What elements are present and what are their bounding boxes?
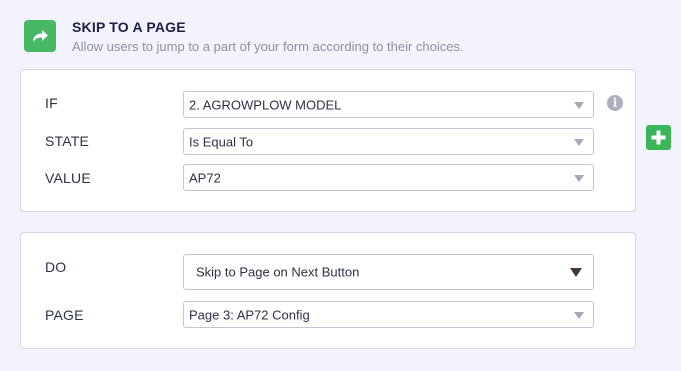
state-value: Is Equal To (189, 134, 254, 149)
chevron-down-icon (574, 311, 584, 319)
state-select[interactable]: Is Equal To (183, 128, 594, 155)
page-value: Page 3: AP72 Config (189, 307, 310, 322)
add-condition-button[interactable] (646, 125, 671, 150)
do-action-value: Skip to Page on Next Button (196, 264, 360, 280)
chevron-down-icon (570, 268, 582, 277)
page-label: PAGE (45, 307, 84, 323)
state-label: STATE (45, 133, 90, 149)
if-label: IF (45, 95, 58, 111)
info-icon[interactable]: i (607, 95, 623, 111)
chevron-down-icon (574, 174, 584, 182)
do-action-select[interactable]: Skip to Page on Next Button (183, 254, 594, 290)
page-title: SKIP TO A PAGE (72, 19, 186, 35)
plus-icon (651, 130, 666, 145)
value-value: AP72 (189, 170, 221, 185)
action-card: DO Skip to Page on Next Button PAGE Page… (20, 232, 636, 349)
value-select[interactable]: AP72 (183, 164, 594, 191)
page-select[interactable]: Page 3: AP72 Config (183, 301, 594, 328)
do-label: DO (45, 259, 67, 275)
page-description: Allow users to jump to a part of your fo… (72, 39, 464, 54)
skip-to-page-header: SKIP TO A PAGE Allow users to jump to a … (24, 17, 644, 57)
chevron-down-icon (574, 138, 584, 146)
chevron-down-icon (574, 101, 584, 109)
if-field-value: 2. AGROWPLOW MODEL (189, 97, 342, 112)
share-arrow-icon (24, 20, 56, 52)
value-label: VALUE (45, 170, 91, 186)
condition-card: IF 2. AGROWPLOW MODEL STATE Is Equal To … (20, 69, 636, 212)
if-field-select[interactable]: 2. AGROWPLOW MODEL (183, 91, 594, 118)
